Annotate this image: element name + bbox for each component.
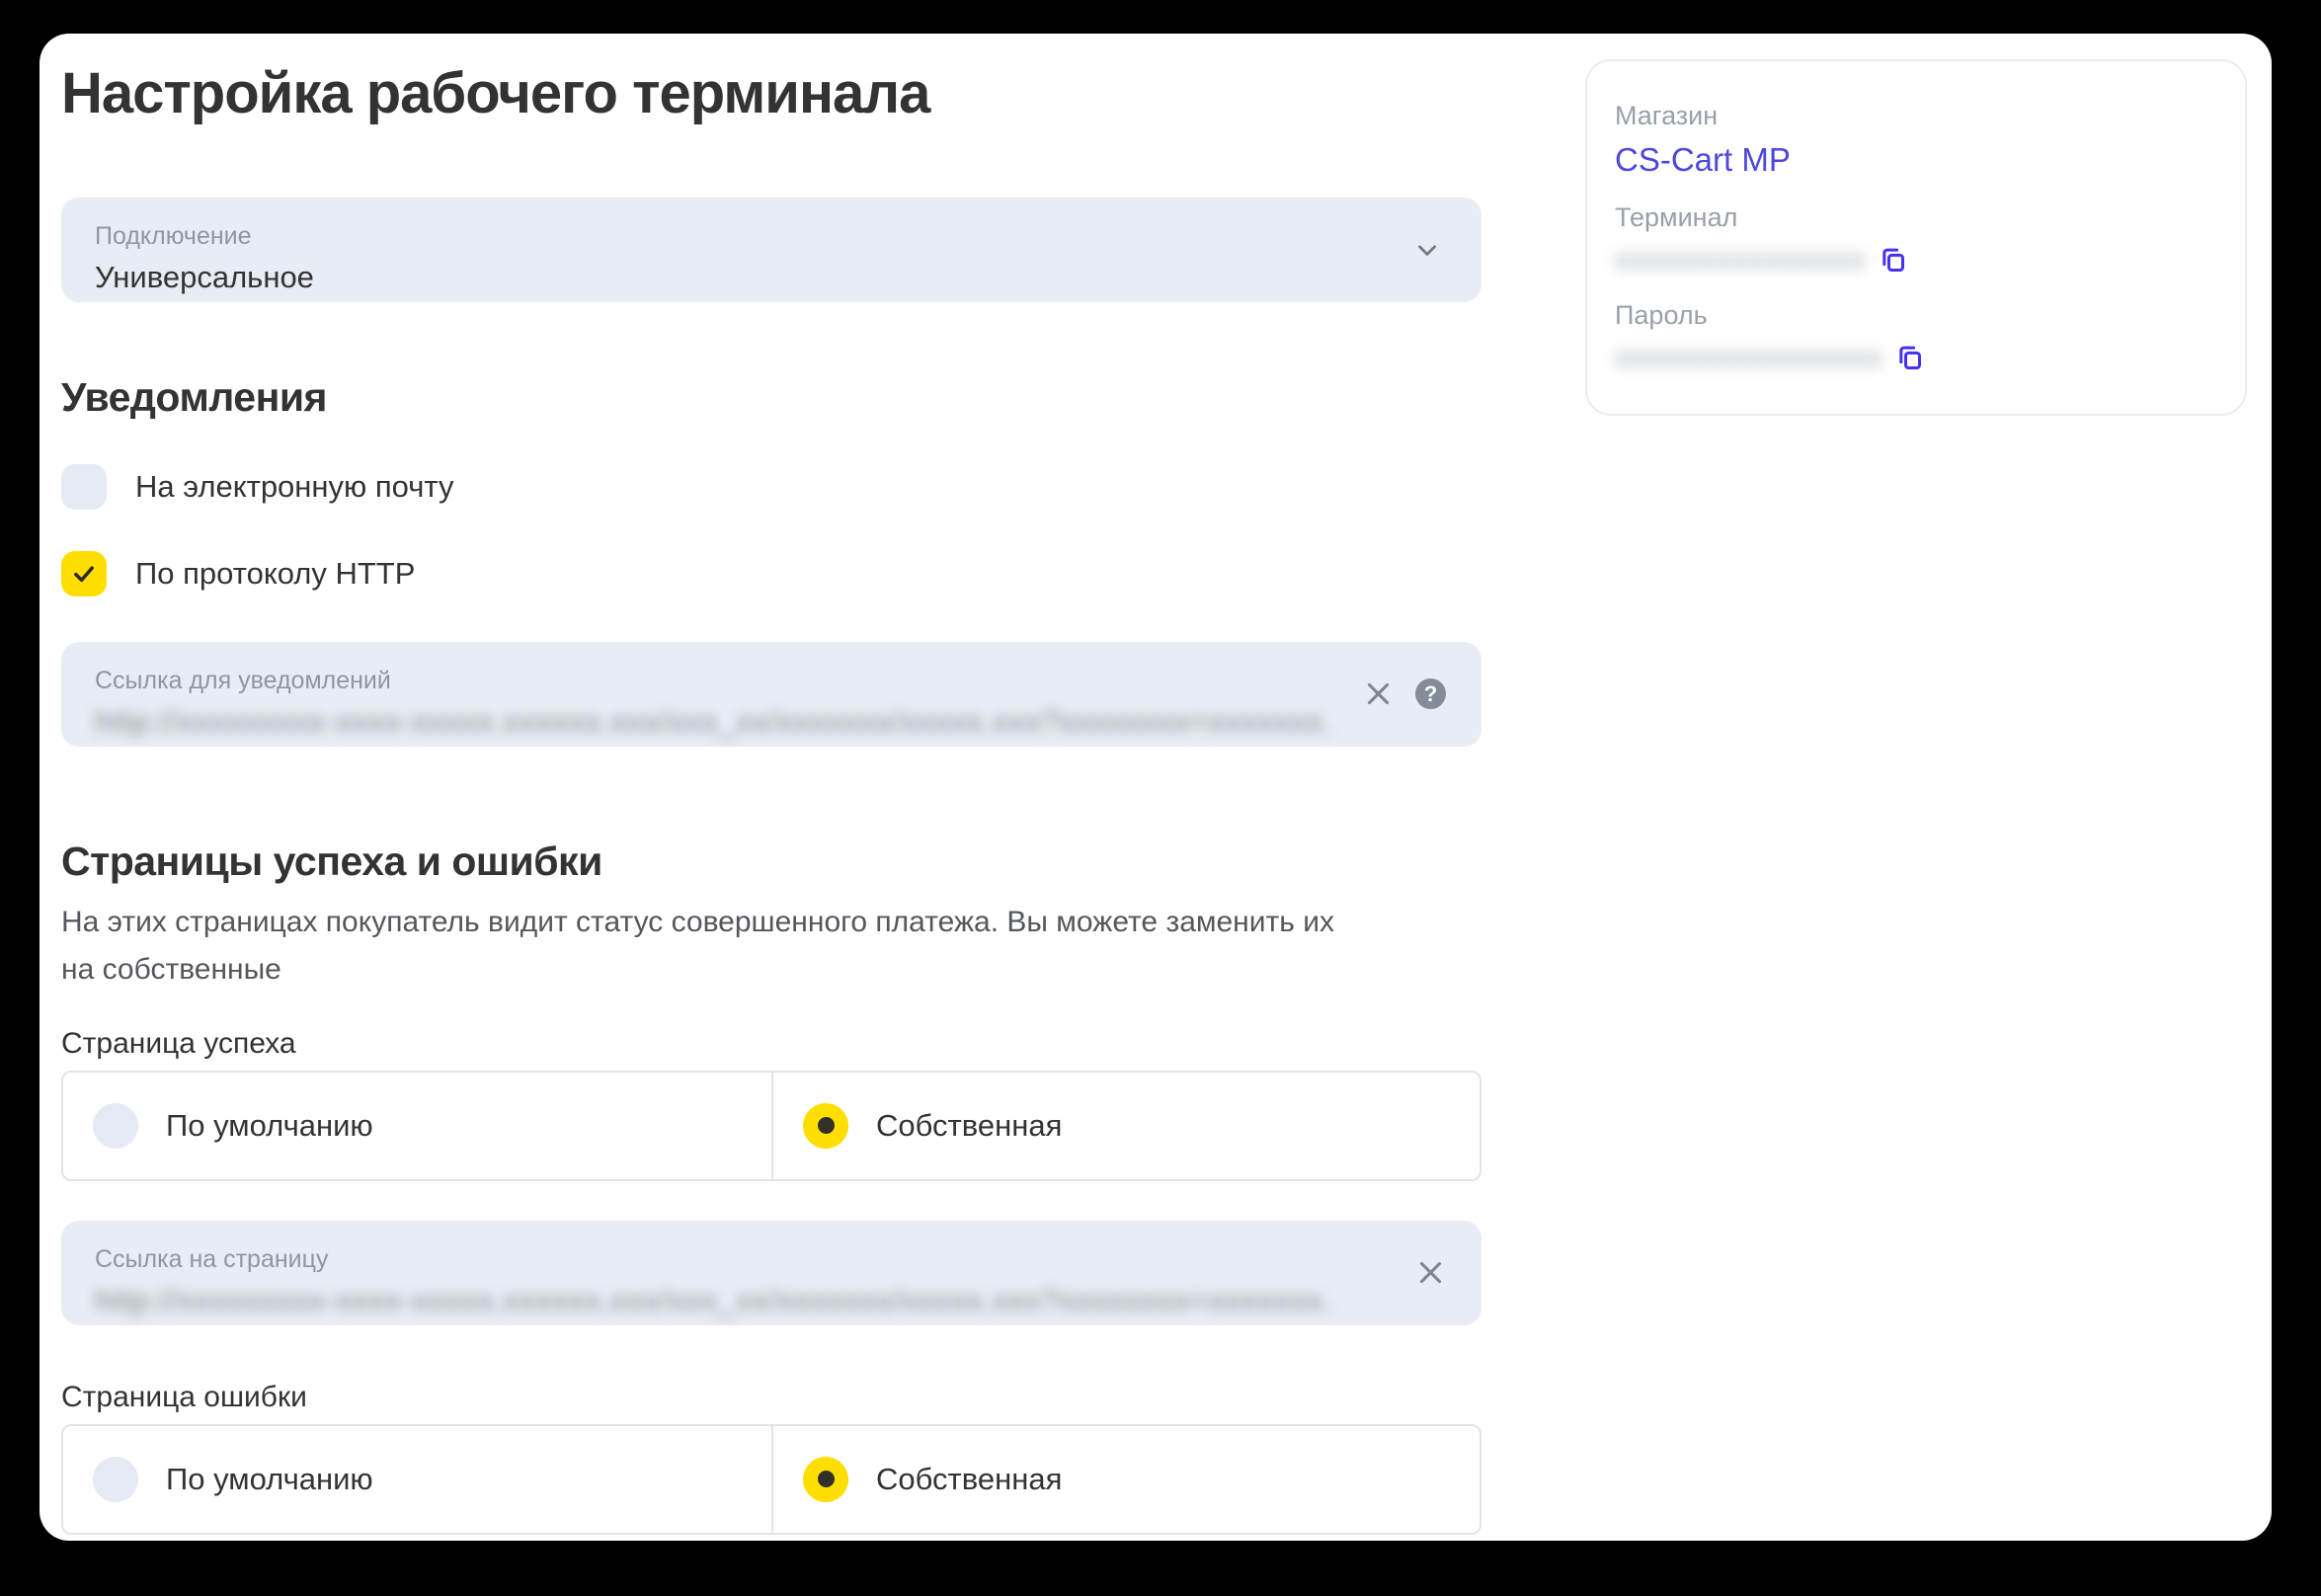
- error-page-label: Страница ошибки: [61, 1381, 1481, 1414]
- connection-value: Универсальное: [95, 258, 1448, 297]
- radio-unselected-icon[interactable]: [93, 1103, 138, 1149]
- http-notification-checkbox-row[interactable]: По протоколу HTTP: [61, 551, 1481, 597]
- terminal-info-card: Магазин CS-Cart MP Терминал xxxxxxxxxxxx…: [1585, 59, 2247, 416]
- radio-selected-icon[interactable]: [803, 1457, 848, 1502]
- checkbox-checked-icon[interactable]: [61, 551, 107, 597]
- success-page-url-value-blurred: http://xxxxxxxxx-xxxx-xxxxx.xxxxxx.xxx/x…: [95, 1281, 1329, 1320]
- success-page-url-field[interactable]: Ссылка на страницу http://xxxxxxxxx-xxxx…: [61, 1221, 1481, 1325]
- copy-icon[interactable]: [1895, 344, 1923, 371]
- terminal-value-blurred: xxxxxxxxxxxxxxx: [1615, 243, 1867, 277]
- success-custom-option[interactable]: Собственная: [771, 1073, 1480, 1179]
- email-notification-label: На электронную почту: [135, 469, 453, 505]
- success-page-url-label: Ссылка на страницу: [95, 1244, 1448, 1275]
- copy-icon[interactable]: [1879, 246, 1906, 274]
- connection-label: Подключение: [95, 221, 1448, 252]
- error-custom-option[interactable]: Собственная: [771, 1426, 1480, 1533]
- error-default-option[interactable]: По умолчанию: [63, 1426, 771, 1533]
- error-default-label: По умолчанию: [166, 1462, 373, 1497]
- question-mark-glyph: ?: [1415, 678, 1446, 709]
- email-notification-checkbox-row[interactable]: На электронную почту: [61, 464, 1481, 510]
- help-icon[interactable]: ?: [1415, 678, 1446, 709]
- password-label: Пароль: [1615, 298, 2215, 333]
- pages-description: На этих страницах покупатель видит стату…: [61, 899, 1355, 994]
- password-value-blurred: xxxxxxxxxxxxxxxx: [1615, 341, 1883, 374]
- pages-heading: Страницы успеха и ошибки: [61, 838, 1481, 885]
- error-custom-label: Собственная: [876, 1462, 1062, 1497]
- clear-icon[interactable]: [1363, 678, 1394, 709]
- success-page-label: Страница успеха: [61, 1027, 1481, 1061]
- http-notification-label: По протоколу HTTP: [135, 556, 415, 592]
- notification-url-field[interactable]: Ссылка для уведомлений http://xxxxxxxxx-…: [61, 642, 1481, 747]
- error-page-radio-group: По умолчанию Собственная: [61, 1424, 1481, 1535]
- notifications-heading: Уведомления: [61, 373, 1481, 421]
- shop-link[interactable]: CS-Cart MP: [1615, 141, 1791, 179]
- notification-url-label: Ссылка для уведомлений: [95, 666, 1448, 696]
- main-column: Настройка рабочего терминала Подключение…: [61, 59, 1481, 1535]
- page-title: Настройка рабочего терминала: [61, 59, 1481, 128]
- success-page-radio-group: По умолчанию Собственная: [61, 1071, 1481, 1181]
- terminal-label: Терминал: [1615, 200, 2215, 235]
- notification-url-value-blurred: http://xxxxxxxxx-xxxx-xxxxx.xxxxxx.xxx/x…: [95, 702, 1329, 742]
- connection-select[interactable]: Подключение Универсальное: [61, 198, 1481, 302]
- settings-page-card: Настройка рабочего терминала Подключение…: [40, 34, 2272, 1541]
- radio-unselected-icon[interactable]: [93, 1457, 138, 1502]
- chevron-down-icon: [1412, 235, 1442, 270]
- checkbox-unchecked-icon[interactable]: [61, 464, 107, 510]
- clear-icon[interactable]: [1415, 1257, 1446, 1288]
- success-default-label: По умолчанию: [166, 1108, 373, 1144]
- shop-label: Магазин: [1615, 99, 2215, 133]
- success-default-option[interactable]: По умолчанию: [63, 1073, 771, 1179]
- success-custom-label: Собственная: [876, 1108, 1062, 1144]
- radio-selected-icon[interactable]: [803, 1103, 848, 1149]
